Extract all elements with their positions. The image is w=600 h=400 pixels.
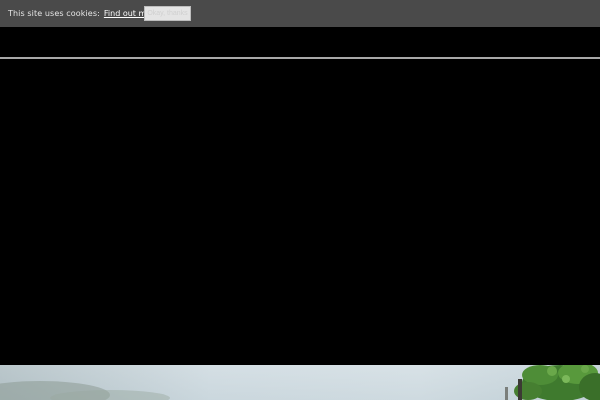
cookie-accept-button[interactable]: Okay, thanks (144, 6, 191, 21)
main-content (0, 59, 600, 365)
site-header (0, 27, 600, 57)
cookie-message: This site uses cookies: (8, 9, 100, 18)
hero-photo (0, 365, 600, 400)
cookie-banner: This site uses cookies: Find out more. O… (0, 0, 600, 27)
page: This site uses cookies: Find out more. O… (0, 0, 600, 400)
hero-photo-graphic (0, 365, 600, 400)
